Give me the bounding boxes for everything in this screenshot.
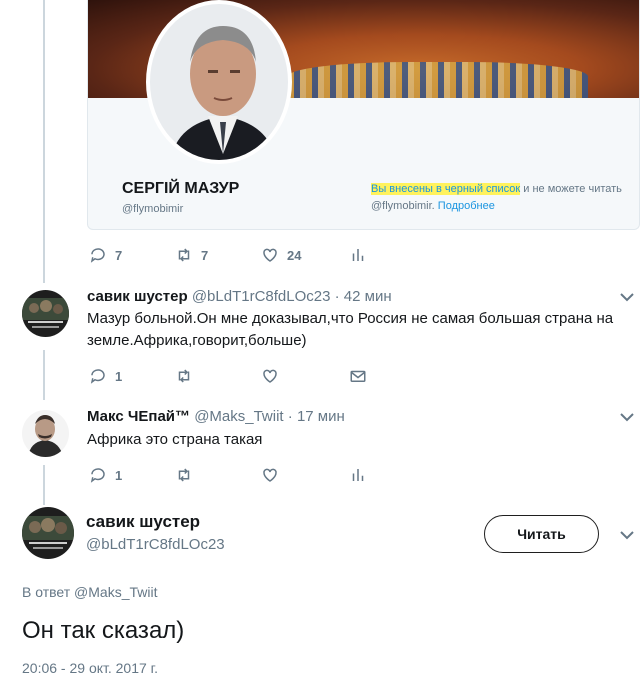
- heart-icon: [263, 248, 277, 262]
- focus-tweet-text: Он так сказал): [22, 617, 185, 644]
- reply-button[interactable]: 1: [89, 367, 175, 385]
- envelope-icon: [350, 370, 366, 382]
- like-button[interactable]: [261, 367, 349, 385]
- tweet-time[interactable]: · 17 мин: [284, 408, 345, 425]
- reply-prefix: В ответ: [22, 584, 75, 600]
- author-name[interactable]: Макс ЧЕпай™: [87, 408, 190, 425]
- reply-context: В ответ @Maks_Twiit: [22, 584, 157, 600]
- analytics-button[interactable]: [349, 466, 367, 484]
- focus-avatar[interactable]: [22, 507, 74, 559]
- analytics-button[interactable]: [349, 246, 367, 264]
- retweet-icon: [178, 369, 190, 383]
- avatar-image: [22, 410, 69, 457]
- tweet-avatar[interactable]: [22, 410, 69, 457]
- retweet-button[interactable]: 7: [175, 246, 261, 264]
- like-button[interactable]: [261, 466, 349, 484]
- avatar-image: [22, 507, 74, 559]
- retweet-button[interactable]: [175, 367, 261, 385]
- blocked-highlight: Вы внесены в черный список: [371, 183, 521, 195]
- tweet-text: Мазур больной.Он мне доказывал,что Росси…: [87, 310, 614, 349]
- root-tweet-actions: 7 7 24: [89, 246, 367, 264]
- follow-button[interactable]: Читать: [484, 515, 599, 553]
- reply-count: 1: [115, 467, 123, 483]
- reply-icon: [90, 248, 105, 263]
- author-handle[interactable]: @Maks_Twiit: [194, 408, 283, 425]
- like-button[interactable]: 24: [261, 246, 349, 264]
- reply-to-link[interactable]: @Maks_Twiit: [74, 584, 157, 600]
- profile-name[interactable]: СЕРГІЙ МАЗУР: [122, 180, 239, 198]
- reply-icon: [90, 468, 105, 483]
- person-photo-icon: [150, 4, 288, 160]
- focus-timestamp[interactable]: 20:06 - 29 окт. 2017 г.: [22, 660, 158, 676]
- reply-icon: [90, 369, 105, 384]
- chevron-down-icon[interactable]: [620, 530, 634, 540]
- author-handle[interactable]: @bLdT1rC8fdLOc23: [192, 288, 331, 305]
- tweet-actions: 1: [89, 367, 367, 385]
- avatar-image: [22, 290, 69, 337]
- tweet-avatar[interactable]: [22, 290, 69, 337]
- focus-author-handle[interactable]: @bLdT1rC8fdLOc23: [86, 536, 225, 553]
- profile-handle[interactable]: @flymobimir: [122, 203, 183, 215]
- direct-message-button[interactable]: [349, 367, 367, 385]
- blocked-handle: @flymobimir.: [371, 200, 435, 212]
- thread-line: [43, 350, 45, 400]
- thread-line: [43, 465, 45, 505]
- blocked-notice: Вы внесены в черный список и не можете ч…: [371, 183, 622, 195]
- chevron-down-icon[interactable]: [620, 412, 634, 422]
- banner-pattern: [288, 62, 588, 98]
- tweet-header: савик шустер @bLdT1rC8fdLOc23 · 42 мин: [87, 288, 392, 305]
- author-name[interactable]: савик шустер: [87, 288, 188, 305]
- retweet-icon: [178, 468, 190, 482]
- focus-author-name[interactable]: савик шустер: [86, 512, 200, 532]
- reply-count: 1: [115, 368, 123, 384]
- retweet-icon: [178, 248, 190, 262]
- retweet-button[interactable]: [175, 466, 261, 484]
- analytics-icon: [352, 249, 364, 261]
- profile-avatar: [146, 0, 292, 164]
- heart-icon: [263, 468, 277, 482]
- reply-button[interactable]: 7: [89, 246, 175, 264]
- reply-count: 7: [115, 247, 123, 263]
- tweet-time[interactable]: · 42 мин: [330, 288, 392, 305]
- chevron-down-icon[interactable]: [620, 292, 634, 302]
- analytics-icon: [352, 469, 364, 481]
- heart-icon: [263, 369, 277, 383]
- blocked-rest: и не можете читать: [520, 183, 622, 195]
- blocked-notice-line2: @flymobimir. Подробнее: [371, 200, 495, 212]
- tweet-text: Африка это страна такая: [87, 431, 263, 448]
- retweet-count: 7: [201, 247, 209, 263]
- blocked-profile-card[interactable]: СЕРГІЙ МАЗУР @flymobimir Вы внесены в че…: [87, 0, 640, 230]
- tweet-header: Макс ЧЕпай™ @Maks_Twiit · 17 мин: [87, 408, 345, 425]
- thread-line: [43, 0, 45, 283]
- like-count: 24: [287, 247, 302, 263]
- tweet-actions: 1: [89, 466, 367, 484]
- reply-button[interactable]: 1: [89, 466, 175, 484]
- learn-more-link[interactable]: Подробнее: [438, 200, 495, 212]
